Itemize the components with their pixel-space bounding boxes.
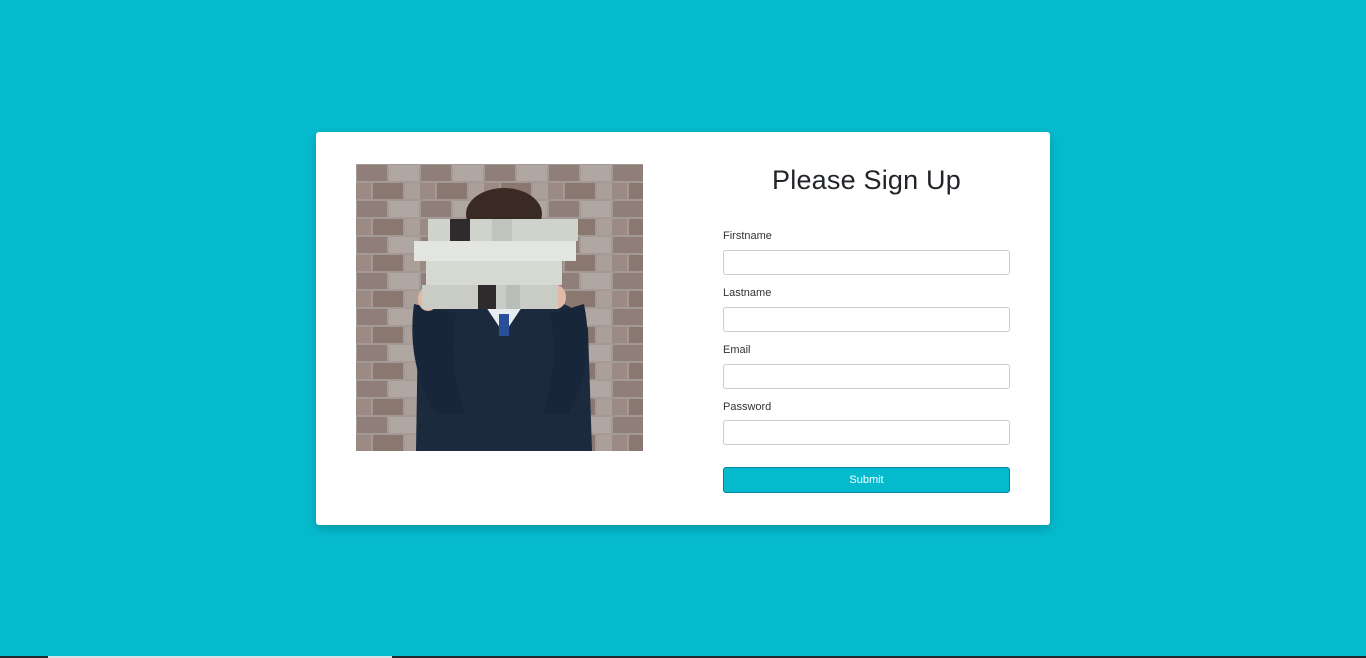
signup-card: Please Sign Up Firstname Lastname Email …: [316, 132, 1050, 525]
person-holding-books-image: [356, 164, 643, 451]
signup-photo: [356, 164, 643, 451]
email-label: Email: [723, 344, 751, 356]
firstname-label: Firstname: [723, 230, 772, 242]
page-title: Please Sign Up: [772, 165, 961, 195]
submit-button[interactable]: Submit: [723, 467, 1010, 493]
password-label: Password: [723, 401, 772, 413]
firstname-input[interactable]: [723, 250, 1010, 275]
email-input[interactable]: [723, 364, 1010, 389]
page-background: Please Sign Up Firstname Lastname Email …: [0, 0, 1366, 658]
password-input[interactable]: [723, 420, 1010, 445]
lastname-label: Lastname: [723, 287, 772, 299]
lastname-input[interactable]: [723, 307, 1010, 332]
